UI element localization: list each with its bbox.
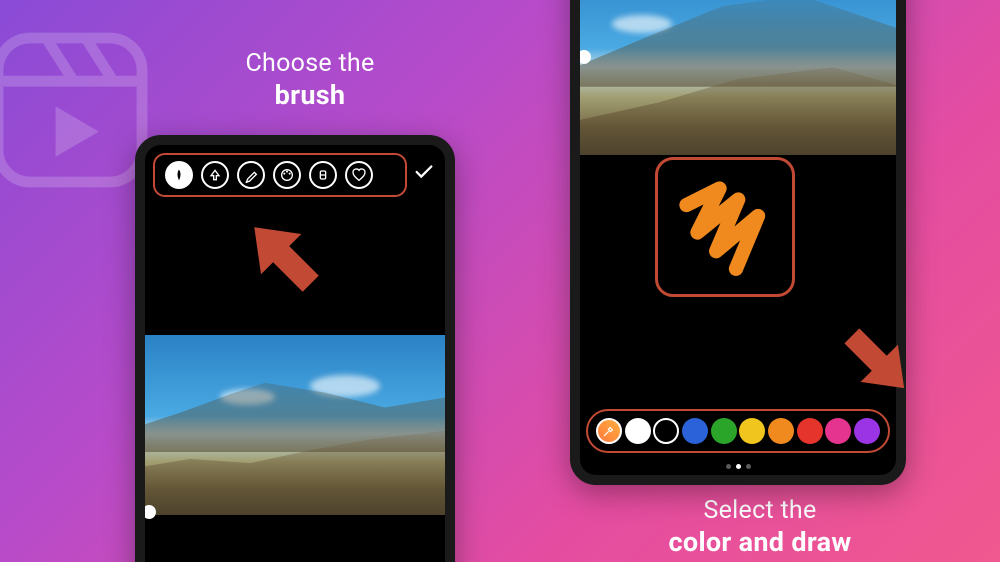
swatch-red[interactable] bbox=[797, 418, 823, 444]
heart-icon[interactable] bbox=[345, 161, 373, 189]
slider-handle[interactable] bbox=[145, 505, 156, 519]
pager-dot bbox=[726, 464, 731, 469]
draw-preview bbox=[655, 157, 795, 297]
brush-toolbar bbox=[153, 153, 407, 197]
swatch-yellow[interactable] bbox=[739, 418, 765, 444]
pager-dot bbox=[746, 464, 751, 469]
swatch-magenta[interactable] bbox=[825, 418, 851, 444]
screen-right bbox=[580, 0, 896, 475]
screen-left bbox=[145, 145, 445, 562]
color-palette bbox=[586, 409, 890, 453]
caption-left-line1: Choose the bbox=[170, 48, 450, 79]
pager-dot bbox=[736, 464, 741, 469]
eraser-icon[interactable] bbox=[309, 161, 337, 189]
cloud-icon bbox=[612, 15, 672, 33]
caption-right-line2: color and draw bbox=[620, 526, 900, 560]
caption-right-line1: Select the bbox=[620, 495, 900, 526]
arrow-up-icon[interactable] bbox=[201, 161, 229, 189]
confirm-button[interactable] bbox=[413, 161, 435, 187]
swatch-black[interactable] bbox=[653, 418, 679, 444]
scribble-icon bbox=[670, 172, 780, 282]
caption-left: Choose the brush bbox=[170, 48, 450, 113]
swatch-orange[interactable] bbox=[768, 418, 794, 444]
story-media[interactable] bbox=[580, 0, 896, 155]
phone-right bbox=[570, 0, 906, 485]
swatch-green[interactable] bbox=[711, 418, 737, 444]
swatch-blue[interactable] bbox=[682, 418, 708, 444]
swatch-purple[interactable] bbox=[854, 418, 880, 444]
palette-pager[interactable] bbox=[580, 464, 896, 469]
phone-left bbox=[135, 135, 455, 562]
caption-right: Select the color and draw bbox=[620, 495, 900, 560]
highlighter-icon[interactable] bbox=[237, 161, 265, 189]
caption-left-line2: brush bbox=[170, 79, 450, 113]
eyedropper-swatch[interactable] bbox=[596, 418, 622, 444]
story-media[interactable] bbox=[145, 335, 445, 515]
palette-icon[interactable] bbox=[273, 161, 301, 189]
swatch-white[interactable] bbox=[625, 418, 651, 444]
pen-icon[interactable] bbox=[165, 161, 193, 189]
